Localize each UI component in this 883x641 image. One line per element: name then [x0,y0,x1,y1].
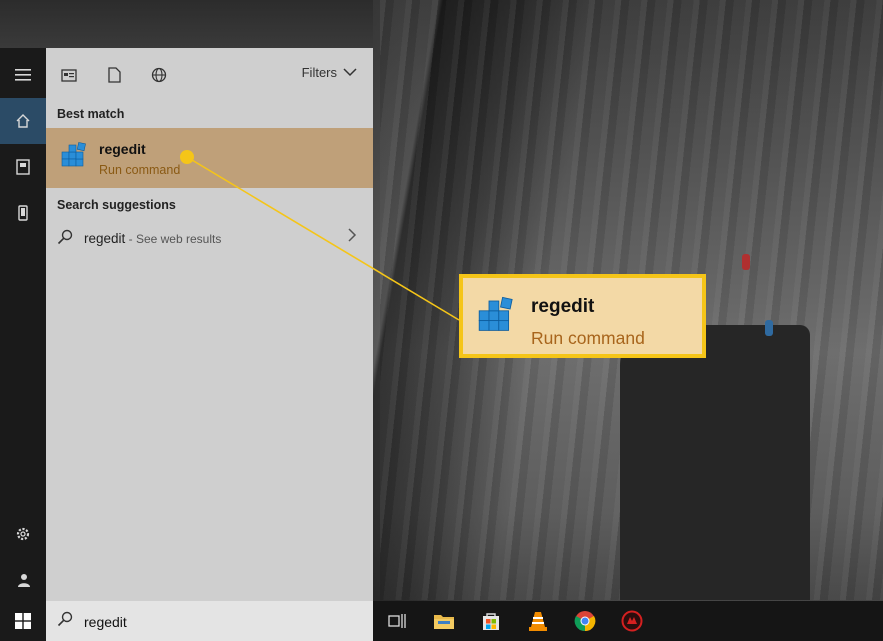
wallpaper-climber [765,320,773,336]
chrome-button[interactable] [573,609,597,633]
task-view-button[interactable] [385,609,409,633]
search-icon [57,611,73,627]
filters-dropdown[interactable]: Filters [302,65,357,80]
phone-icon [18,205,28,221]
file-explorer-icon [434,615,454,629]
menu-button[interactable] [0,52,46,98]
search-suggestions-heading: Search suggestions [57,198,176,212]
windows-logo-icon [15,613,31,629]
search-results-panel: Filters Best match regedit Run command S… [46,48,373,601]
home-icon [16,114,30,128]
document-icon [107,67,121,83]
store-icon [483,613,499,630]
documents-button[interactable] [0,144,46,190]
menu-icon [15,69,31,81]
regedit-callout: regedit Run command [459,274,706,358]
web-filter-button[interactable] [148,64,170,86]
search-toolbar: Filters [46,48,373,100]
vlc-icon [529,612,547,631]
start-left-rail [0,48,46,601]
chevron-down-icon [343,68,357,77]
callout-title: regedit [531,296,595,317]
web-suggestion-row[interactable]: regedit - See web results [46,221,373,255]
settings-button[interactable] [0,511,46,557]
wallpaper-climber [742,254,750,270]
vlc-button[interactable] [526,609,550,633]
best-match-heading: Best match [57,107,125,121]
apps-icon [61,68,77,82]
user-button[interactable] [0,557,46,603]
search-input[interactable] [84,614,284,630]
registry-editor-icon [61,142,86,167]
suggestion-hint: - See web results [125,232,222,246]
wallpaper-rock-shadow [620,325,810,600]
documents-filter-button[interactable] [103,64,125,86]
apps-filter-button[interactable] [58,64,80,86]
start-button[interactable] [0,601,46,641]
app-icon [621,610,643,632]
search-icon [57,229,73,245]
taskbar-search-box[interactable] [46,601,373,641]
home-button[interactable] [0,98,46,144]
chrome-icon [574,611,596,632]
best-match-title: regedit [99,141,146,157]
suggestion-text: regedit - See web results [84,231,221,246]
taskbar [373,601,883,641]
suggestion-query: regedit [84,231,126,246]
web-icon [151,67,167,83]
store-button[interactable] [479,609,503,633]
best-match-subtitle: Run command [99,163,181,177]
filters-label: Filters [301,65,337,80]
phone-button[interactable] [0,190,46,236]
task-view-icon [388,614,406,628]
best-match-result[interactable]: regedit Run command [46,128,373,188]
documents-icon [16,159,30,175]
pinned-app-button[interactable] [620,609,644,633]
settings-icon [16,527,30,541]
file-explorer-button[interactable] [432,609,456,633]
user-icon [18,574,30,587]
callout-subtitle: Run command [531,328,645,348]
registry-editor-icon [478,296,513,331]
panel-top-strip [0,0,373,48]
chevron-right-icon[interactable] [347,227,357,243]
